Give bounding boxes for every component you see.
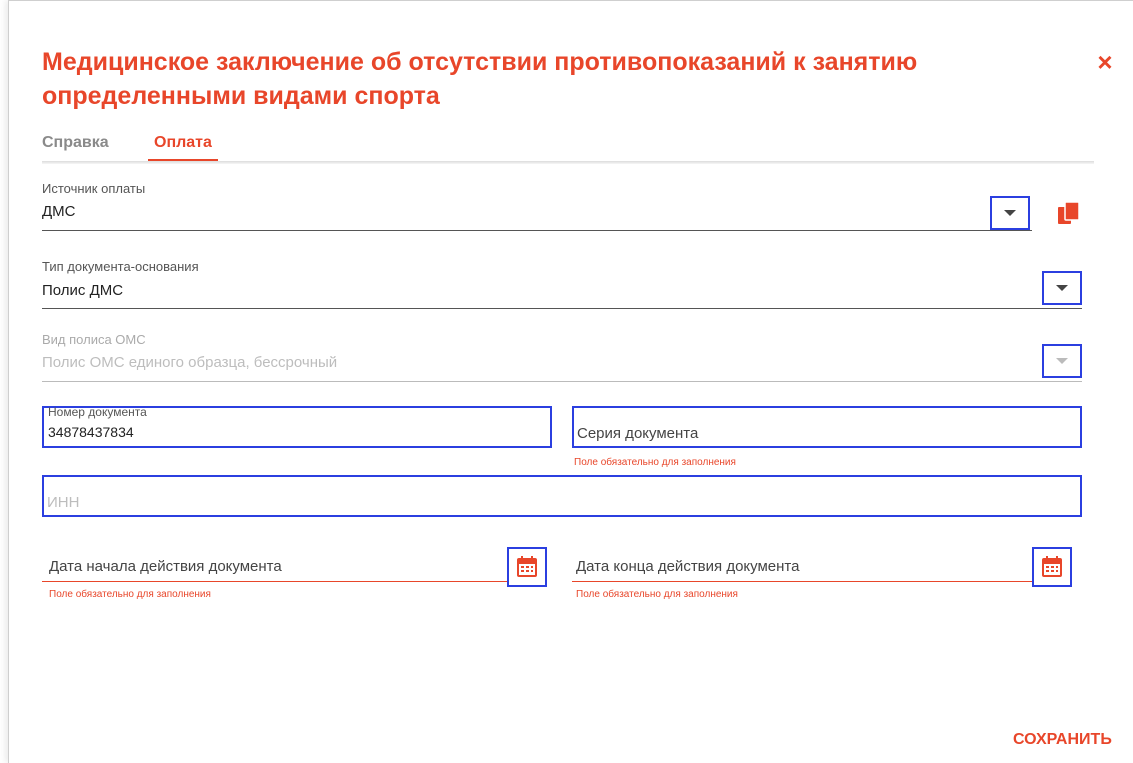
oms-policy-type-dropdown-button <box>1042 344 1082 378</box>
calendar-icon <box>517 556 537 577</box>
payment-source-underline <box>42 230 1032 231</box>
start-date-placeholder[interactable]: Дата начала действия документа <box>49 558 282 575</box>
end-date-error: Поле обязательно для заполнения <box>576 589 738 600</box>
tab-divider <box>42 161 1094 164</box>
oms-policy-type-underline <box>42 381 1082 382</box>
document-number-value[interactable]: 34878437834 <box>48 424 134 440</box>
end-date-calendar-button[interactable] <box>1032 547 1072 587</box>
document-type-underline <box>42 308 1082 309</box>
start-date-calendar-button[interactable] <box>507 547 547 587</box>
document-type-label: Тип документа-основания <box>42 259 199 274</box>
oms-policy-type-value: Полис ОМС единого образца, бессрочный <box>42 354 338 371</box>
document-series-error: Поле обязательно для заполнения <box>574 457 736 468</box>
chevron-down-icon <box>1056 285 1068 291</box>
payment-source-dropdown-button[interactable] <box>990 196 1030 230</box>
document-series-field[interactable]: Серия документа <box>572 406 1082 448</box>
oms-policy-type-label: Вид полиса ОМС <box>42 332 146 347</box>
payment-source-value[interactable]: ДМС <box>42 203 76 220</box>
start-date-underline <box>42 581 507 582</box>
inn-field[interactable]: ИНН <box>42 475 1082 517</box>
document-number-field[interactable]: Номер документа 34878437834 <box>42 405 552 448</box>
document-series-placeholder: Серия документа <box>577 425 699 442</box>
chevron-down-icon <box>1004 210 1016 216</box>
tab-payment[interactable]: Оплата <box>148 129 218 162</box>
start-date-error: Поле обязательно для заполнения <box>49 589 211 600</box>
payment-source-label: Источник оплаты <box>42 181 146 196</box>
dialog-title: Медицинское заключение об отсутствии про… <box>42 48 918 110</box>
chevron-down-icon <box>1056 358 1068 364</box>
document-type-value[interactable]: Полис ДМС <box>42 282 123 299</box>
tab-certificate[interactable]: Справка <box>42 129 109 159</box>
end-date-placeholder[interactable]: Дата конца действия документа <box>576 558 799 575</box>
calendar-icon <box>1042 556 1062 577</box>
close-icon[interactable]: × <box>1094 49 1116 75</box>
save-button[interactable]: СОХРАНИТЬ <box>1013 731 1112 749</box>
document-number-label: Номер документа <box>48 405 147 419</box>
dialog: Медицинское заключение об отсутствии про… <box>8 0 1133 763</box>
end-date-underline <box>572 581 1034 582</box>
document-type-dropdown-button[interactable] <box>1042 271 1082 305</box>
inn-placeholder: ИНН <box>47 494 80 511</box>
copy-icon[interactable] <box>1057 201 1081 227</box>
